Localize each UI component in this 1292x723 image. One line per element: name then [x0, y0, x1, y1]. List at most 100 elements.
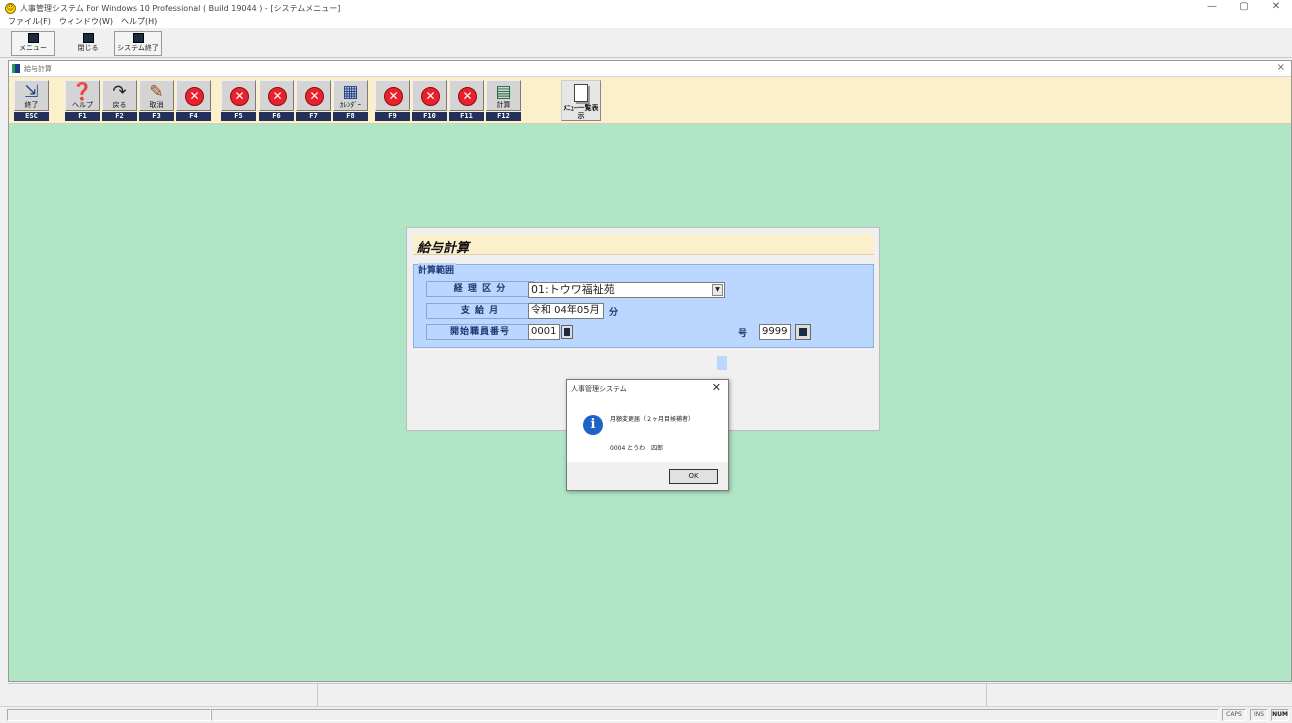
- status-divider: [986, 684, 987, 706]
- exit-button[interactable]: ⇲ 終了: [14, 80, 49, 111]
- info-icon: i: [583, 415, 603, 435]
- lookup-icon: [564, 328, 570, 336]
- calculate-button[interactable]: ▤ 計算: [486, 80, 521, 111]
- exit-label: 終了: [24, 101, 39, 109]
- end-emp-field[interactable]: 9999: [759, 324, 791, 340]
- disabled-x-icon: ✕: [305, 87, 324, 106]
- disabled-x-icon: ✕: [384, 87, 403, 106]
- pay-month-label: 支 給 月: [426, 303, 534, 319]
- start-emp-lookup-button[interactable]: [561, 325, 573, 339]
- dialog-title: 人事管理システム: [571, 385, 627, 393]
- app-titlebar: ☺ 人事管理システム For Windows 10 Professional (…: [0, 0, 1292, 16]
- calendar-label: ｶﾚﾝﾀﾞｰ: [340, 101, 361, 109]
- f4-button[interactable]: ✕: [176, 80, 211, 111]
- accounting-dept-select[interactable]: 01:トウワ福祉苑 ▼: [528, 282, 725, 298]
- accounting-dept-value: 01:トウワ福祉苑: [531, 283, 615, 296]
- disabled-x-icon: ✕: [185, 87, 204, 106]
- lookup-icon: [799, 328, 807, 336]
- dept-label: 経 理 区 分: [426, 281, 534, 297]
- fkey-label-f8: F8: [333, 112, 368, 121]
- status-pane: [7, 709, 211, 721]
- back-button[interactable]: ↷ 戻る: [102, 80, 137, 111]
- menubar: ファイル(F) ウィンドウ(W) ヘルプ(H): [0, 16, 1292, 28]
- exit-system-icon: [132, 33, 144, 43]
- ok-button[interactable]: OK: [669, 469, 718, 484]
- dialog-employee: 0004 とうわ 四郎: [610, 445, 664, 452]
- range-legend: 計算範囲: [418, 263, 457, 276]
- window-controls: — ▢ ✕: [1196, 0, 1292, 16]
- f7-button[interactable]: ✕: [296, 80, 331, 111]
- menu-help[interactable]: ヘルプ(H): [117, 16, 161, 28]
- help-icon: ❓: [71, 82, 94, 102]
- menu-toolbar-button[interactable]: メニュー: [11, 31, 55, 56]
- f5-button[interactable]: ✕: [221, 80, 256, 111]
- exit-icon: ⇲: [24, 82, 39, 102]
- app-toolbar: メニュー 閉じる システム終了: [0, 28, 1292, 58]
- fkey-label-f3: F3: [139, 112, 174, 121]
- menu-icon: [27, 33, 39, 43]
- close-toolbar-button[interactable]: 閉じる: [65, 31, 111, 56]
- end-emp-label: 号: [738, 329, 748, 339]
- num-indicator: NUM: [1271, 709, 1289, 721]
- child-close-button[interactable]: ×: [1277, 62, 1285, 73]
- calculate-label: 計算: [496, 101, 511, 109]
- window-icon: [12, 64, 20, 73]
- fkey-label-esc: ESC: [14, 112, 49, 121]
- f6-button[interactable]: ✕: [259, 80, 294, 111]
- help-button[interactable]: ❓ ヘルプ: [65, 80, 100, 111]
- calendar-icon: ▦: [342, 82, 359, 102]
- chevron-down-icon[interactable]: ▼: [712, 284, 723, 296]
- menu-window[interactable]: ウィンドウ(W): [55, 16, 117, 28]
- exit-system-label: システム終了: [117, 44, 159, 52]
- back-label: 戻る: [112, 101, 127, 109]
- menu-toolbar-label: メニュー: [19, 44, 47, 52]
- menu-file[interactable]: ファイル(F): [4, 16, 55, 28]
- app-close-button[interactable]: ✕: [1260, 0, 1292, 16]
- fkey-label-f5: F5: [221, 112, 256, 121]
- cancel-button[interactable]: ✎ 取消: [139, 80, 174, 111]
- dialog-close-button[interactable]: ✕: [712, 381, 721, 394]
- disabled-x-icon: ✕: [458, 87, 477, 106]
- close-toolbar-label: 閉じる: [77, 44, 99, 52]
- calendar-button[interactable]: ▦ ｶﾚﾝﾀﾞｰ: [333, 80, 368, 111]
- disabled-x-icon: ✕: [230, 87, 249, 106]
- menu-list-button[interactable]: ﾒﾆｭｰ一覧表示: [561, 80, 601, 121]
- caps-indicator: CAPS: [1222, 709, 1246, 721]
- status-pane: [211, 709, 1219, 721]
- f9-button[interactable]: ✕: [375, 80, 410, 111]
- form-title: 給与計算: [417, 241, 470, 256]
- calculator-icon: ▤: [495, 82, 512, 102]
- disabled-x-icon: ✕: [268, 87, 287, 106]
- minimize-button[interactable]: —: [1196, 0, 1228, 16]
- app-statusbar: CAPS INS NUM: [0, 706, 1292, 723]
- fkey-label-f11: F11: [449, 112, 484, 121]
- cancel-pencil-icon: ✎: [149, 82, 164, 102]
- info-dialog: 人事管理システム ✕ i 月額変更届（２ヶ月目候補者） 0004 とうわ 四郎 …: [566, 379, 729, 491]
- f11-button[interactable]: ✕: [449, 80, 484, 111]
- ins-indicator: INS: [1250, 709, 1268, 721]
- end-emp-lookup-button[interactable]: [795, 324, 811, 340]
- fkey-label-f12: F12: [486, 112, 521, 121]
- pay-month-suffix: 分: [609, 308, 619, 318]
- form-title-bar: 給与計算: [413, 234, 874, 256]
- status-divider: [317, 684, 318, 706]
- document-list-icon: [574, 84, 588, 102]
- fkey-label-f6: F6: [259, 112, 294, 121]
- exit-system-toolbar-button[interactable]: システム終了: [114, 31, 162, 56]
- cancel-label: 取消: [149, 101, 164, 109]
- back-arrow-icon: ↷: [112, 82, 127, 102]
- f10-button[interactable]: ✕: [412, 80, 447, 111]
- help-label: ヘルプ: [72, 101, 93, 109]
- menu-list-label: ﾒﾆｭｰ一覧表示: [563, 104, 599, 120]
- pay-month-field[interactable]: 令和 04年05月: [528, 303, 604, 319]
- dialog-message: 月額変更届（２ヶ月目候補者）: [610, 416, 695, 423]
- fkey-label-f10: F10: [412, 112, 447, 121]
- start-emp-field[interactable]: 0001: [528, 324, 560, 340]
- dialog-footer: OK: [567, 462, 728, 490]
- fkey-label-f9: F9: [375, 112, 410, 121]
- child-title: 給与計算: [24, 65, 52, 73]
- start-emp-label: 開始職員番号: [426, 324, 534, 340]
- hidden-button-edge: [717, 356, 727, 370]
- child-titlebar: 給与計算 ×: [9, 61, 1291, 77]
- restore-button[interactable]: ▢: [1228, 0, 1260, 16]
